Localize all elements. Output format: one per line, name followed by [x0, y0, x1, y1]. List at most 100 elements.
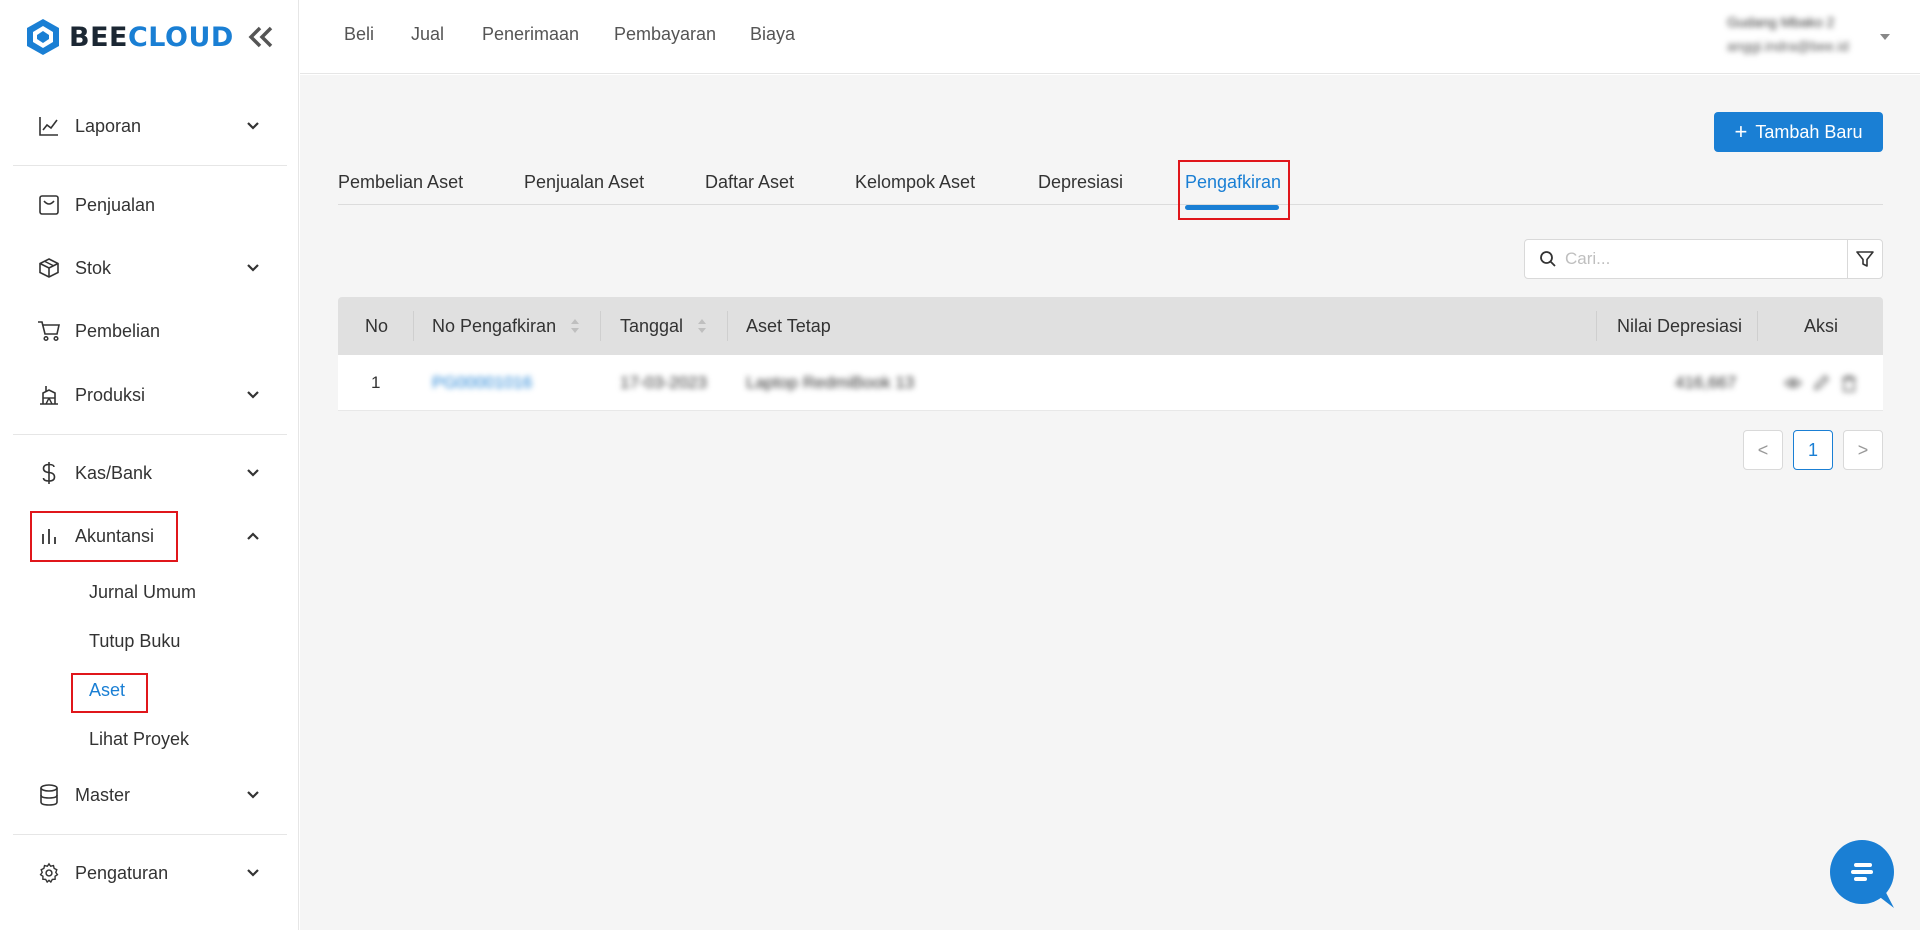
eye-icon[interactable] — [1783, 374, 1803, 392]
divider — [13, 834, 287, 835]
sidebar: BEECLOUD Laporan Penjualan Stok Pembelia… — [0, 0, 299, 930]
tab-pembelian-aset[interactable]: Pembelian Aset — [338, 172, 463, 193]
trash-icon[interactable] — [1840, 374, 1858, 392]
main-content: + Tambah Baru Pembelian Aset Penjualan A… — [300, 75, 1920, 930]
chevron-up-icon — [247, 532, 259, 540]
add-new-button[interactable]: + Tambah Baru — [1714, 112, 1883, 152]
column-separator — [727, 311, 728, 341]
edit-icon[interactable] — [1812, 374, 1830, 392]
topnav-pembayaran[interactable]: Pembayaran — [614, 24, 716, 45]
col-header-aset-tetap: Aset Tetap — [746, 315, 831, 336]
divider — [13, 165, 287, 166]
factory-icon — [37, 383, 61, 407]
cell-actions — [1783, 355, 1858, 411]
pagination-next-button[interactable]: > — [1843, 430, 1883, 470]
cell-aset-tetap: Laptop RedmiBook 13 — [746, 373, 915, 392]
col-header-label: No Pengafkiran — [432, 315, 557, 336]
chevron-down-icon — [247, 469, 259, 477]
sort-icon — [698, 319, 707, 333]
col-header-no: No — [365, 315, 389, 336]
cell-nilai-depresiasi: 416,667 — [1675, 373, 1737, 392]
sidebar-item-master[interactable]: Master — [13, 771, 287, 819]
column-separator — [600, 311, 601, 341]
cart-icon — [37, 319, 61, 343]
sidebar-item-label: Kas/Bank — [75, 462, 153, 483]
beecloud-logo-icon — [27, 19, 59, 55]
receipt-icon — [37, 193, 61, 217]
tab-daftar-aset[interactable]: Daftar Aset — [705, 172, 794, 193]
sidebar-item-laporan[interactable]: Laporan — [13, 102, 287, 150]
submenu-item-jurnal-umum[interactable]: Jurnal Umum — [89, 582, 196, 603]
table-header: No No Pengafkiran Tanggal Aset Tetap Nil… — [338, 297, 1883, 355]
chat-icon — [1851, 863, 1873, 881]
col-header-aksi: Aksi — [1804, 315, 1839, 336]
chevron-down-icon — [247, 122, 259, 130]
col-header-nilai-depresiasi: Nilai Depresiasi — [1617, 315, 1743, 336]
sidebar-item-label: Master — [75, 784, 131, 805]
box-icon — [37, 256, 61, 280]
topnav-beli[interactable]: Beli — [344, 24, 374, 45]
table-row: 1 PG00001016 17-03-2023 Laptop RedmiBook… — [338, 355, 1883, 411]
sidebar-item-kas-bank[interactable]: Kas/Bank — [13, 449, 287, 497]
collapse-sidebar-icon[interactable] — [246, 24, 276, 50]
search-input[interactable] — [1565, 249, 1845, 269]
cell-no: 1 — [371, 373, 381, 392]
sidebar-item-penjualan[interactable]: Penjualan — [13, 181, 287, 229]
asset-tabs: Pembelian Aset Penjualan Aset Daftar Ase… — [338, 155, 1883, 205]
sidebar-item-label: Stok — [75, 257, 112, 278]
sidebar-item-pembelian[interactable]: Pembelian — [13, 307, 287, 355]
sidebar-item-label: Pengaturan — [75, 862, 169, 883]
col-header-label: Tanggal — [620, 315, 684, 336]
search-box — [1524, 239, 1848, 279]
top-navigation: Beli Jual Penerimaan Pembayaran Biaya Gu… — [300, 0, 1920, 74]
cell-no-pengafkiran-link[interactable]: PG00001016 — [432, 355, 532, 411]
brand-name: BEECLOUD — [69, 21, 234, 53]
caret-down-icon[interactable] — [1880, 34, 1890, 40]
topnav-jual[interactable]: Jual — [411, 24, 444, 45]
sidebar-item-label: Penjualan — [75, 194, 156, 215]
line-chart-icon — [37, 114, 61, 138]
dollar-icon — [37, 461, 61, 485]
logo[interactable]: BEECLOUD — [0, 0, 298, 74]
tab-pengafkiran[interactable]: Pengafkiran — [1185, 172, 1281, 193]
filter-button[interactable] — [1847, 239, 1883, 279]
divider — [13, 434, 287, 435]
sidebar-item-label: Produksi — [75, 384, 146, 405]
user-name: Gudang Mbako 2 — [1727, 14, 1835, 30]
active-tab-indicator — [1185, 205, 1279, 210]
submenu-item-lihat-proyek[interactable]: Lihat Proyek — [89, 729, 189, 750]
cell-tanggal: 17-03-2023 — [620, 373, 707, 392]
topnav-penerimaan[interactable]: Penerimaan — [482, 24, 579, 45]
submenu-item-aset[interactable]: Aset — [89, 680, 125, 701]
column-separator — [1596, 311, 1597, 341]
sort-icon — [571, 319, 580, 333]
sidebar-item-pengaturan[interactable]: Pengaturan — [13, 849, 287, 897]
column-separator — [1757, 311, 1758, 341]
sidebar-item-produksi[interactable]: Produksi — [13, 371, 287, 419]
tab-kelompok-aset[interactable]: Kelompok Aset — [855, 172, 975, 193]
gear-icon — [37, 861, 61, 885]
chevron-down-icon — [247, 869, 259, 877]
sidebar-item-akuntansi[interactable]: Akuntansi — [13, 512, 287, 560]
pagination-prev-button[interactable]: < — [1743, 430, 1783, 470]
plus-icon: + — [1734, 119, 1748, 144]
tab-penjualan-aset[interactable]: Penjualan Aset — [524, 172, 644, 193]
chevron-down-icon — [247, 264, 259, 272]
sidebar-item-stok[interactable]: Stok — [13, 244, 287, 292]
topnav-biaya[interactable]: Biaya — [750, 24, 795, 45]
col-header-tanggal[interactable]: Tanggal — [620, 297, 707, 355]
tab-depresiasi[interactable]: Depresiasi — [1038, 172, 1123, 193]
database-icon — [37, 783, 61, 807]
filter-icon — [1856, 251, 1874, 267]
chat-support-button[interactable] — [1830, 840, 1894, 904]
chevron-down-icon — [247, 791, 259, 799]
sidebar-item-label: Akuntansi — [75, 525, 155, 546]
pagination-page-1[interactable]: 1 — [1793, 430, 1833, 470]
bar-chart-icon — [37, 524, 61, 548]
sidebar-item-label: Pembelian — [75, 320, 161, 341]
chevron-down-icon — [247, 391, 259, 399]
column-separator — [413, 311, 414, 341]
submenu-item-tutup-buku[interactable]: Tutup Buku — [89, 631, 180, 652]
col-header-no-pengafkiran[interactable]: No Pengafkiran — [432, 297, 580, 355]
search-icon — [1540, 251, 1556, 267]
